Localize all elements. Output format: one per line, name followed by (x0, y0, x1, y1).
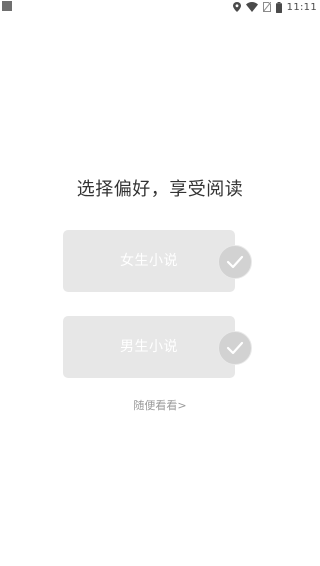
check-icon[interactable] (218, 245, 252, 279)
male-novels-label: 男生小说 (120, 339, 178, 355)
status-bar: 11:11 (0, 0, 320, 14)
male-novels-button[interactable]: 男生小说 (63, 316, 252, 378)
battery-icon (275, 1, 282, 13)
browse-casually-link[interactable]: 随便看看> (0, 397, 320, 413)
female-novels-label: 女生小说 (120, 253, 178, 269)
status-time: 11:11 (286, 1, 317, 13)
check-icon[interactable] (218, 331, 252, 365)
preference-screen: 11:11 选择偏好，享受阅读 女生小说 男生小说 随便看看> (0, 0, 320, 566)
page-title: 选择偏好，享受阅读 (76, 179, 244, 200)
wifi-icon (245, 2, 258, 12)
status-icons: 11:11 (232, 0, 317, 14)
female-novels-button[interactable]: 女生小说 (63, 230, 252, 292)
no-sim-icon (262, 2, 271, 12)
notification-icon (2, 1, 12, 11)
location-icon (232, 2, 241, 12)
